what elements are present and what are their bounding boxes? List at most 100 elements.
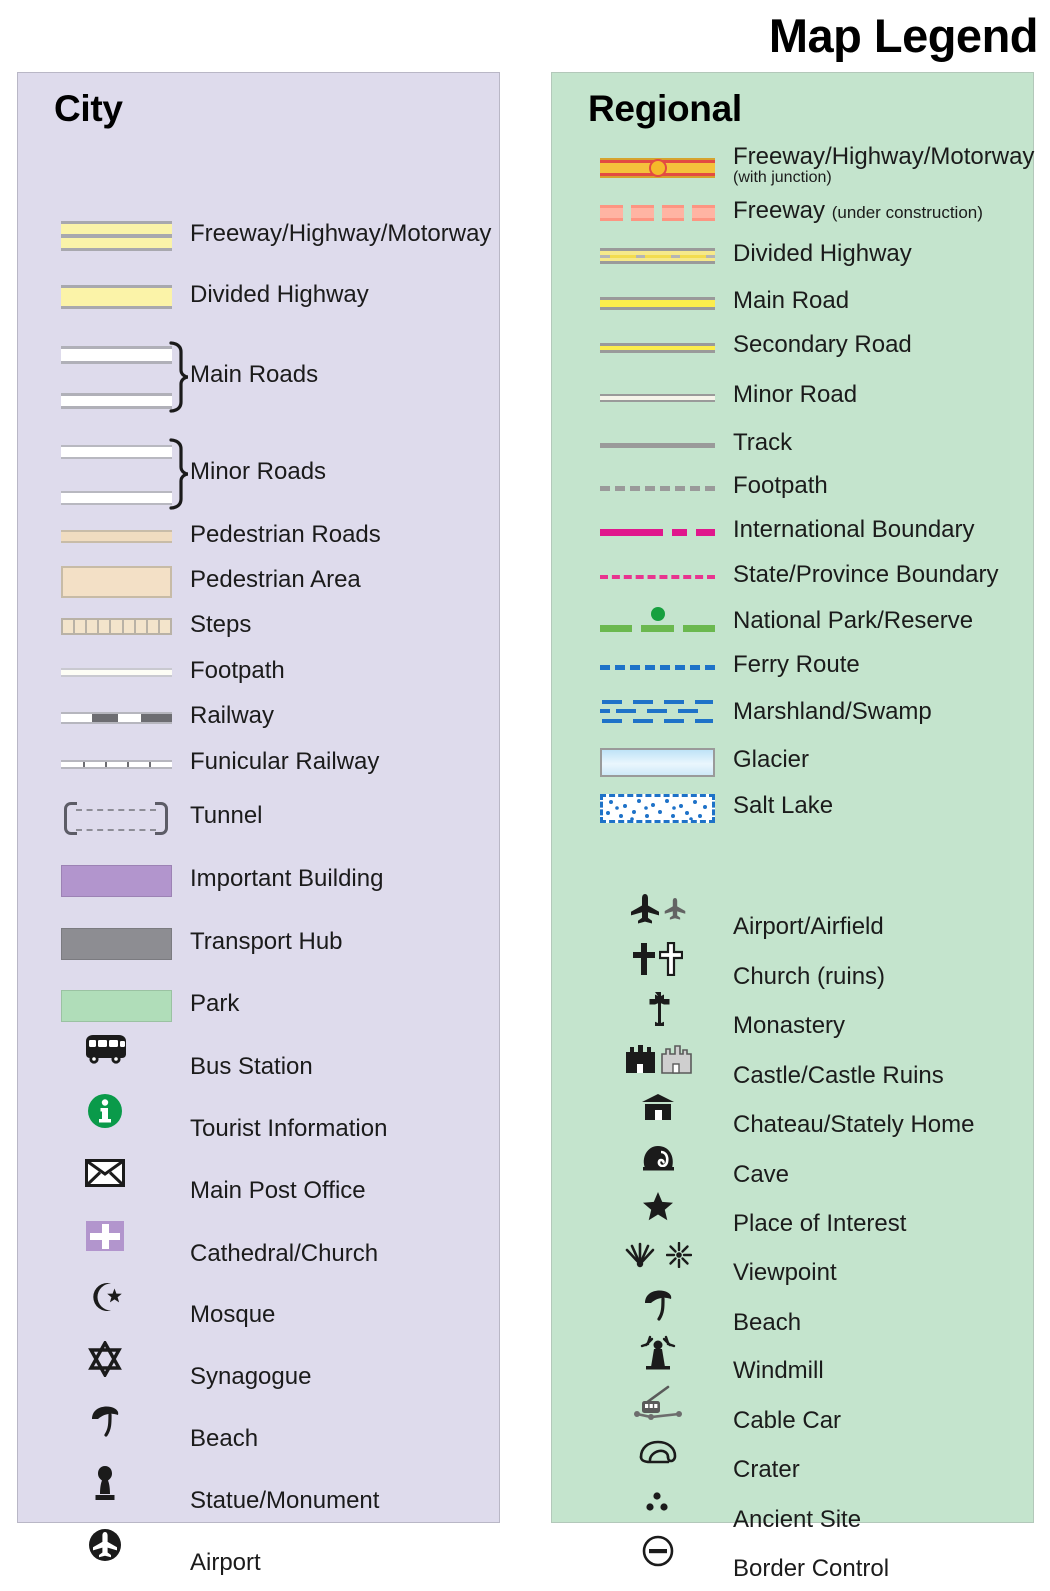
legend-label: Ferry Route [733,651,860,678]
regional-panel-heading: Regional [588,88,742,129]
legend-label: Track [733,429,793,456]
legend-label: Funicular Railway [190,748,380,775]
legend-label: Freeway (under construction) [733,198,983,223]
legend-label: Ancient Site [733,1506,862,1533]
secondary-road-symbol [600,327,715,367]
legend-label: State/Province Boundary [733,561,999,588]
legend-label: Divided Highway [190,281,369,308]
legend-label: Main Roads [190,361,319,388]
airplane-icons [600,887,715,931]
border-control-symbol [600,1535,715,1591]
ferry-route-symbol [600,647,715,687]
legend-label: Beach [190,1425,259,1452]
legend-label: Main Post Office [190,1177,366,1204]
synagogue-symbol [42,1341,167,1399]
minor-road-symbol-lower [42,478,172,518]
airport-circle-icon [42,1523,167,1567]
legend-label-main: Freeway/Highway/Motorway [733,143,1035,170]
bus-station-symbol [42,1035,167,1089]
marshland-symbol [600,694,715,734]
glacier-symbol [600,742,715,782]
legend-label: Important Building [190,865,384,892]
cross-filled-icon [633,943,655,975]
footpath-symbol [42,653,172,693]
monastery-cross-icon [600,986,715,1030]
legend-label: Castle/Castle Ruins [733,1062,944,1089]
legend-label: Marshland/Swamp [733,698,932,725]
railway-symbol [42,698,172,738]
state-boundary-symbol [600,557,715,597]
city-legend-panel: City Freeway/Highway/Motorway Divided Hi… [17,72,500,1575]
freeway-under-construction-symbol [600,193,715,233]
star-and-crescent-icon [42,1275,167,1319]
legend-label: Cathedral/Church [190,1240,379,1267]
legend-label: Minor Road [733,381,858,408]
legend-label: Viewpoint [733,1259,837,1286]
main-road-symbol [600,283,715,323]
legend-label: Cave [733,1161,790,1188]
legend-label-main: Freeway [733,197,826,224]
cable-car-icon [600,1381,715,1425]
star-of-david-icon [42,1337,167,1381]
freeway-symbol [42,216,172,256]
legend-label: Cable Car [733,1407,842,1434]
city-panel-heading: City [54,88,123,129]
legend-label: Pedestrian Area [190,566,361,593]
castle-icons [600,1036,715,1080]
information-circle-icon [42,1089,167,1133]
legend-label: Main Road [733,287,850,314]
viewpoint-fan-icon [625,1242,654,1268]
legend-label: Steps [190,611,252,638]
legend-label: Church (ruins) [733,963,886,990]
main-road-symbol-thin [42,381,172,421]
legend-label: Chateau/Stately Home [733,1111,975,1138]
legend-label: Synagogue [190,1363,312,1390]
legend-label: Tunnel [190,802,263,829]
important-building-symbol [42,861,172,901]
legend-label: Freeway/Highway/Motorway [190,220,492,247]
regional-legend-panel: Regional Freeway/Highway/Motorway (with … [551,72,1034,1581]
legend-label: Mosque [190,1301,276,1328]
beach-umbrella-icon [600,1283,715,1327]
legend-label: Statue/Monument [190,1487,380,1514]
freeway-junction-symbol [600,148,715,188]
legend-label: Salt Lake [733,792,834,819]
church-ruins-cross-icons [600,937,715,981]
airplane-large-icon [630,894,659,924]
windmill-icon [600,1331,715,1375]
legend-label: Airport [190,1549,261,1576]
international-boundary-symbol [600,512,715,552]
legend-label: Freeway/Highway/Motorway (with junction) [733,144,1034,187]
statue-monument-symbol [42,1466,167,1523]
chateau-icon [600,1085,715,1129]
national-park-symbol [600,603,715,643]
envelope-icon [42,1151,167,1195]
church-cross-icon [42,1214,167,1258]
main-road-symbol-thick [42,335,172,375]
legend-label: Tourist Information [190,1115,388,1142]
legend-label: Crater [733,1456,800,1483]
main-post-office-symbol [42,1159,167,1213]
legend-label: Border Control [733,1555,890,1582]
minor-road-symbol-upper [42,432,172,472]
viewpoint-icons [600,1233,715,1277]
legend-label: Monastery [733,1012,846,1039]
page-title: Map Legend [768,9,1039,62]
legend-label: Beach [733,1309,802,1336]
salt-lake-symbol [600,788,715,828]
legend-label: Secondary Road [733,331,912,358]
tourist-information-symbol [42,1094,167,1151]
cathedral-church-symbol [42,1221,167,1276]
castle-ruins-icon [660,1045,692,1074]
legend-label: Airport/Airfield [733,913,884,940]
legend-label: International Boundary [733,516,975,543]
divided-highway-symbol [42,277,172,317]
legend-label: Minor Roads [190,458,327,485]
steps-symbol [42,607,172,647]
statue-icon [42,1461,167,1505]
curly-brace-icon [168,438,189,510]
legend-label: Place of Interest [733,1210,907,1237]
legend-label: Footpath [733,472,828,499]
legend-label: Bus Station [190,1053,313,1080]
beach-symbol [42,1406,167,1461]
